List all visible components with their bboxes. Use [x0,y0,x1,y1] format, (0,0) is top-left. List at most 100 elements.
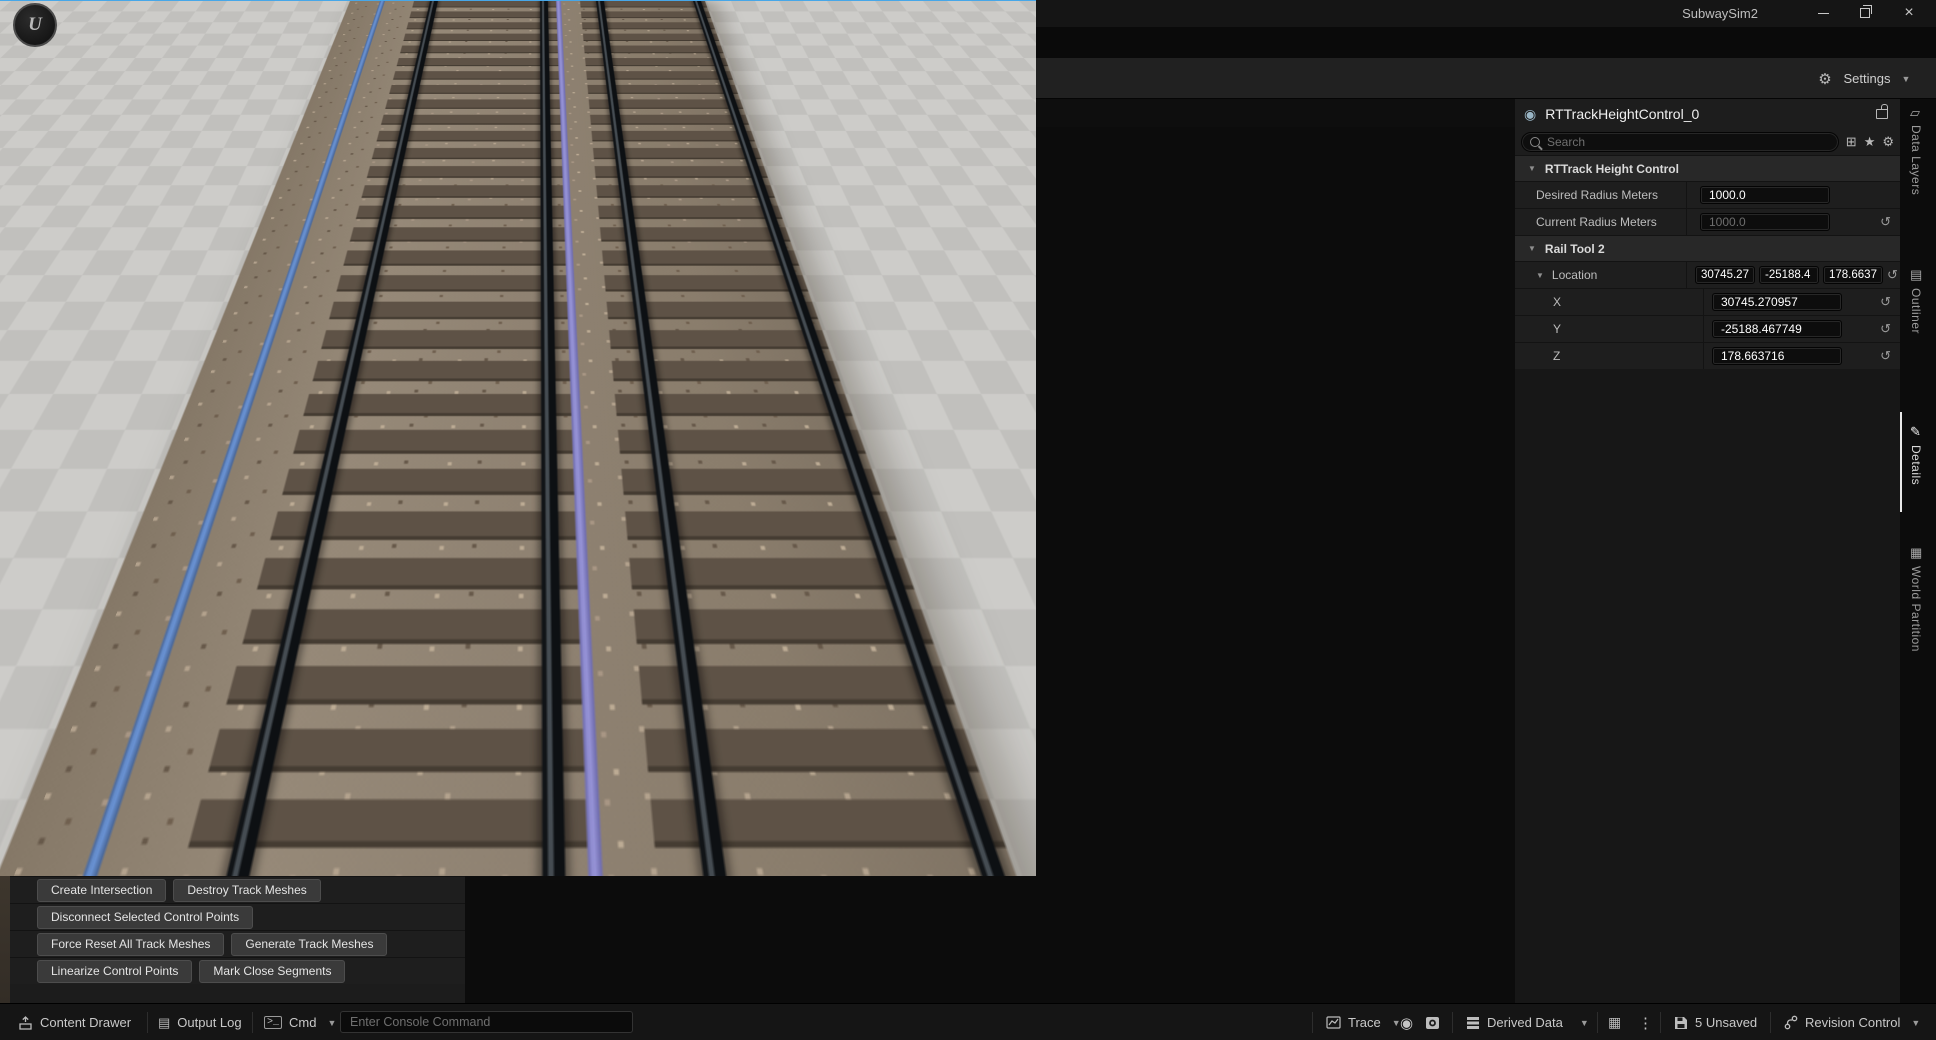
location-y-row: Y -25188.467749 ↺ [1515,315,1900,342]
save-icon [1674,1016,1688,1030]
cmd-dropdown[interactable]: >_ Cmd ▼ [264,1004,336,1040]
location-z-row: Z 178.663716 ↺ [1515,342,1900,369]
actor-icon: ◉ [1524,106,1536,123]
location-x-input[interactable]: 30745.27 [1695,266,1755,284]
reset-to-default-icon[interactable]: ↺ [1880,214,1891,230]
mark-close-segments-button[interactable]: Mark Close Segments [199,960,345,983]
generate-track-meshes-button[interactable]: Generate Track Meshes [231,933,387,956]
output-log-icon: ▤ [158,1015,170,1031]
location-row: ▼ Location 30745.27 -25188.4 178.6637 ↺ [1515,261,1900,288]
details-header: ◉ RTTrackHeightControl_0 [1515,99,1900,129]
outliner-icon[interactable]: ▤ [1910,267,1922,283]
move-icon [987,13,1001,27]
unreal-editor-window: U File Edit Window Tools Build Select Ac… [0,0,1936,1040]
section-rail-tool-2[interactable]: ▼Rail Tool 2 [1515,235,1900,261]
reset-to-default-icon[interactable]: ↺ [1880,348,1891,364]
status-kebab-icon[interactable]: ⋮ [1638,1004,1653,1040]
tab-world-partition[interactable]: World Partition [1909,566,1923,652]
unlock-icon[interactable] [1876,109,1888,119]
tab-data-layers[interactable]: Data Layers [1909,125,1923,195]
data-layers-icon[interactable]: ▱ [1910,105,1920,121]
unreal-logo-icon[interactable]: U [13,3,57,47]
desired-radius-label: Desired Radius Meters [1515,188,1686,202]
y-value-input[interactable]: -25188.467749 [1712,320,1842,338]
current-radius-label: Current Radius Meters [1515,215,1686,229]
console-command-input[interactable]: Enter Console Command [340,1011,633,1033]
section-rttrack-height-control[interactable]: ▼RTTrack Height Control [1515,155,1900,181]
destroy-track-meshes-button[interactable]: Destroy Track Meshes [173,879,320,902]
select-tool-button[interactable] [955,9,978,31]
branch-icon [1784,1015,1798,1030]
details-search-row: Search ⊞ ★ ⚙ [1515,129,1900,155]
checkerboard-ground [0,0,1036,1]
z-label: Z [1515,349,1703,363]
unsaved-changes-button[interactable]: 5 Unsaved [1674,1004,1757,1040]
gear-icon[interactable]: ⚙ [1815,58,1835,99]
z-value-input[interactable]: 178.663716 [1712,347,1842,365]
minimize-button[interactable] [1808,2,1838,24]
details-panel: ◉ RTTrackHeightControl_0 Search ⊞ ★ ⚙ ▼R… [1515,99,1900,1003]
favorites-star-icon[interactable]: ★ [1864,134,1876,150]
collapse-arrow-icon[interactable]: ▼ [1536,271,1544,280]
lit-mode-dropdown[interactable]: ◐ Lit [153,7,201,29]
status-bar: Content Drawer ▤ Output Log >_ Cmd ▼ Ent… [0,1003,1936,1040]
lit-sphere-icon: ◐ [164,11,171,25]
disconnect-control-points-button[interactable]: Disconnect Selected Control Points [37,906,253,929]
x-label: X [1515,295,1703,309]
create-intersection-button[interactable]: Create Intersection [37,879,166,902]
x-value-input[interactable]: 30745.270957 [1712,293,1842,311]
trace-snapshot-icon[interactable] [1425,1004,1440,1040]
collapse-arrow-icon: ▼ [1528,244,1536,253]
cycle-transform-icon[interactable]: ↻ [1009,9,1032,31]
settings-label[interactable]: Settings [1841,58,1893,99]
show-flags-dropdown[interactable]: Show [208,7,260,29]
derived-data-dropdown[interactable]: Derived Data ▼ [1466,1004,1589,1040]
chevron-down-icon: ▼ [1911,1018,1920,1028]
location-label: Location [1552,268,1597,282]
restore-button[interactable] [1850,2,1880,24]
content-drawer-icon [18,1016,33,1030]
search-input[interactable]: Search [1521,132,1839,152]
viewport-3d-scene[interactable]: 0.0 -> 0.0) Perspective ◐ Lit Show ↻ [0,0,1036,876]
revision-control-dropdown[interactable]: Revision Control ▼ [1784,1004,1920,1040]
location-x-row: X 30745.270957 ↺ [1515,288,1900,315]
close-button[interactable]: × [1894,2,1924,24]
tab-details[interactable]: Details [1909,445,1923,485]
railway-trackbed [76,0,1036,1]
trace-icon [1326,1016,1341,1029]
linearize-control-points-button[interactable]: Linearize Control Points [37,960,192,983]
reset-to-default-icon[interactable]: ↺ [1880,321,1891,337]
derived-data-icon [1466,1016,1480,1029]
location-y-input[interactable]: -25188.4 [1759,266,1819,284]
insights-grid-icon[interactable]: ▦ [1608,1004,1621,1040]
reset-to-default-icon[interactable]: ↺ [1880,294,1891,310]
active-tab-indicator [1900,412,1902,512]
selected-actor-name: RTTrackHeightControl_0 [1545,106,1699,122]
cmd-console-icon: >_ [264,1016,282,1029]
display-filter-icon[interactable]: ⊞ [1846,134,1857,150]
trace-dropdown[interactable]: Trace ▼ [1326,1004,1401,1040]
force-reset-track-meshes-button[interactable]: Force Reset All Track Meshes [37,933,224,956]
desired-radius-row: Desired Radius Meters 1000.0 [1515,181,1900,208]
current-radius-row: Current Radius Meters 1000.0 ↺ [1515,208,1900,235]
collapse-arrow-icon: ▼ [1528,164,1536,173]
location-z-input[interactable]: 178.6637 [1823,266,1883,284]
output-log-button[interactable]: ▤ Output Log [158,1004,242,1040]
y-label: Y [1515,322,1703,336]
content-drawer-button[interactable]: Content Drawer [18,1004,131,1040]
chevron-down-icon[interactable]: ▼ [1900,58,1912,99]
window-title: SubwaySim2 [1670,6,1770,21]
tab-outliner[interactable]: Outliner [1909,288,1923,334]
search-icon [1530,137,1540,147]
current-radius-input: 1000.0 [1700,213,1830,231]
move-tool-button[interactable] [982,9,1005,31]
settings-gear-icon[interactable]: ⚙ [1882,134,1894,150]
details-pencil-icon[interactable]: ✎ [1910,424,1921,440]
chevron-down-icon: ▼ [1580,1018,1589,1028]
chevron-down-icon: ▼ [327,1018,336,1028]
reset-to-default-icon[interactable]: ↺ [1887,267,1898,283]
cursor-icon [961,13,973,27]
desired-radius-input[interactable]: 1000.0 [1700,186,1830,204]
world-partition-icon[interactable]: ▦ [1910,545,1922,561]
trace-record-icon[interactable]: ◉ [1400,1004,1413,1040]
